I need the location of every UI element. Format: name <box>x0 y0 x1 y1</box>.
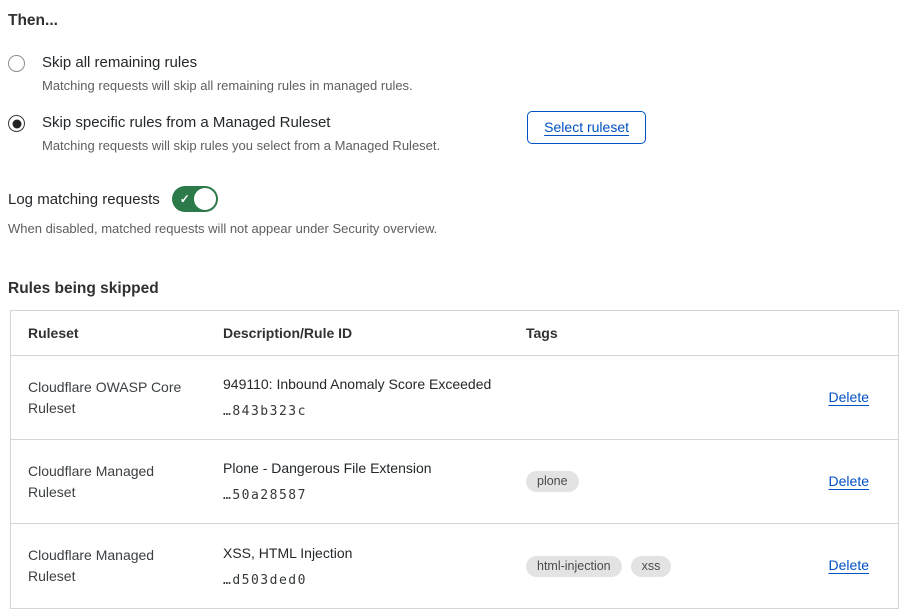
option-skip-all-rules: Skip all remaining rules Matching reques… <box>0 54 911 93</box>
log-description: When disabled, matched requests will not… <box>0 221 911 236</box>
rule-description: 949110: Inbound Anomaly Score Exceeded <box>223 376 526 393</box>
table-row: Cloudflare Managed Ruleset XSS, HTML Inj… <box>11 524 898 608</box>
column-header-description: Description/Rule ID <box>223 325 526 341</box>
rules-table: Ruleset Description/Rule ID Tags Cloudfl… <box>10 310 899 609</box>
radio-skip-all-rules[interactable] <box>8 55 25 72</box>
option-skip-all-rules-label[interactable]: Skip all remaining rules <box>42 54 911 71</box>
delete-link[interactable]: Delete <box>829 389 869 405</box>
tag-pill: html-injection <box>526 556 622 577</box>
tags-cell: plone <box>526 471 809 492</box>
option-skip-specific-rules-description: Matching requests will skip rules you se… <box>42 138 527 153</box>
rule-id: …843b323c <box>223 404 526 419</box>
rules-table-header: Ruleset Description/Rule ID Tags <box>11 311 898 356</box>
tags-cell: html-injection xss <box>526 556 809 577</box>
delete-link[interactable]: Delete <box>829 557 869 573</box>
column-header-tags: Tags <box>526 325 809 341</box>
rule-id: …50a28587 <box>223 488 526 503</box>
option-skip-specific-rules-label[interactable]: Skip specific rules from a Managed Rules… <box>42 114 527 131</box>
radio-skip-specific-rules[interactable] <box>8 115 25 132</box>
ruleset-cell: Cloudflare Managed Ruleset <box>28 461 223 503</box>
option-skip-specific-rules: Skip specific rules from a Managed Rules… <box>0 114 911 153</box>
ruleset-cell: Cloudflare Managed Ruleset <box>28 545 223 587</box>
log-matching-requests-label: Log matching requests <box>8 191 160 208</box>
rule-description: Plone - Dangerous File Extension <box>223 460 526 477</box>
waf-rule-config-page: Then... Skip all remaining rules Matchin… <box>0 0 911 614</box>
option-skip-all-rules-description: Matching requests will skip all remainin… <box>42 78 911 93</box>
checkmark-icon: ✓ <box>180 191 190 207</box>
rule-description: XSS, HTML Injection <box>223 545 526 562</box>
rules-table-title: Rules being skipped <box>0 280 911 298</box>
description-cell: XSS, HTML Injection …d503ded0 <box>223 545 526 588</box>
ruleset-cell: Cloudflare OWASP Core Ruleset <box>28 377 223 419</box>
description-cell: 949110: Inbound Anomaly Score Exceeded …… <box>223 376 526 419</box>
select-ruleset-button[interactable]: Select ruleset <box>527 111 646 144</box>
log-matching-requests-row: Log matching requests ✓ <box>0 186 911 212</box>
table-row: Cloudflare OWASP Core Ruleset 949110: In… <box>11 356 898 440</box>
table-row: Cloudflare Managed Ruleset Plone - Dange… <box>11 440 898 524</box>
description-cell: Plone - Dangerous File Extension …50a285… <box>223 460 526 503</box>
rule-id: …d503ded0 <box>223 573 526 588</box>
then-heading: Then... <box>0 0 911 30</box>
tag-pill: xss <box>631 556 672 577</box>
rules-table-body: Cloudflare OWASP Core Ruleset 949110: In… <box>11 356 898 608</box>
delete-link[interactable]: Delete <box>829 473 869 489</box>
tag-pill: plone <box>526 471 579 492</box>
log-toggle[interactable]: ✓ <box>172 186 218 212</box>
column-header-ruleset: Ruleset <box>28 325 223 341</box>
toggle-knob <box>194 188 216 210</box>
